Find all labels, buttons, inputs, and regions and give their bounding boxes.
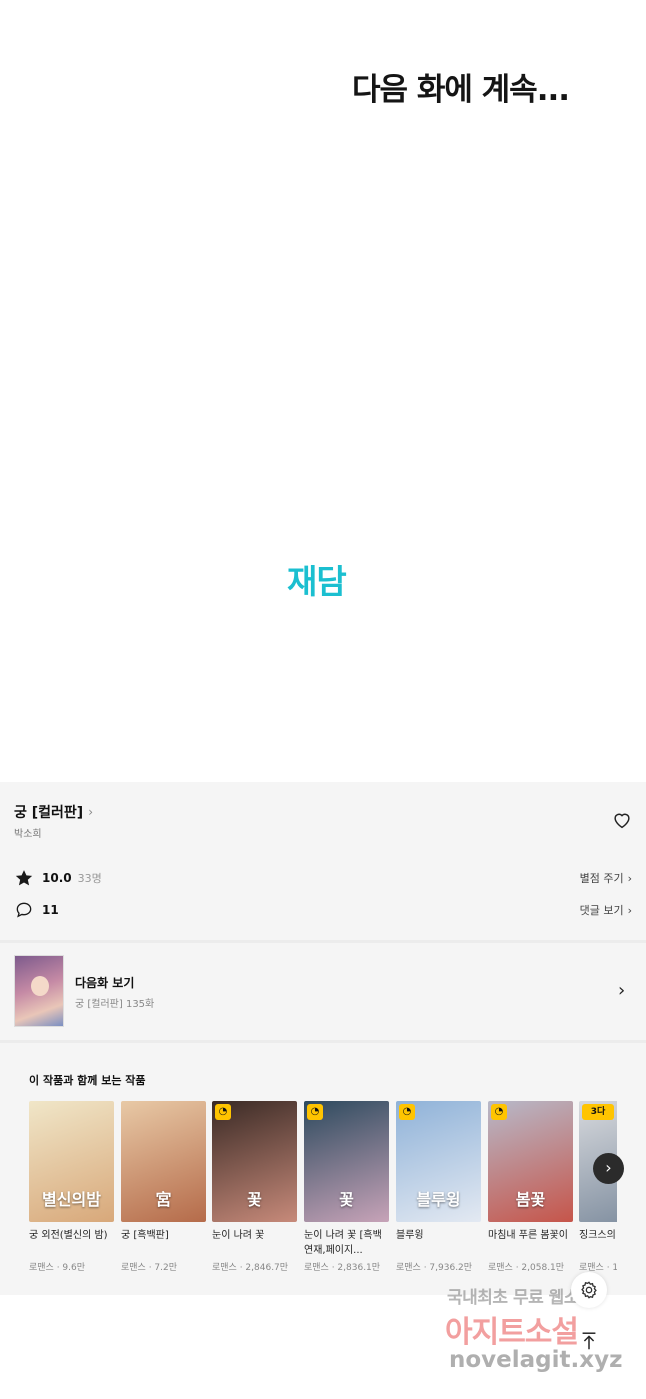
comment-count: 11 — [42, 903, 59, 917]
recommendation-card[interactable]: 별신의밤 궁 외전(별신의 밤) 로맨스 · 9.6만 — [29, 1101, 114, 1273]
view-comments-button[interactable]: 댓글 보기 › — [580, 902, 632, 918]
card-cover: 宮 — [121, 1101, 206, 1222]
next-episode-thumbnail — [14, 955, 64, 1027]
clock-icon: ◔ — [307, 1104, 323, 1120]
next-episode-label: 다음화 보기 — [75, 976, 135, 990]
work-info-panel: 궁 [컬러판] › 박소희 10.0 33명 별점 주기 › 11 댓글 보기 … — [0, 782, 646, 940]
recommendation-card[interactable]: ◔ 꽃 눈이 나려 꽃 [흑백연재,페이지... 로맨스 · 2,836.1만 — [304, 1101, 389, 1273]
card-cover: ◔ 봄꽃 — [488, 1101, 573, 1222]
watermark-logo: 아지트소설 — [445, 1315, 579, 1350]
card-meta: 로맨스 · 1 — [579, 1263, 617, 1273]
rating-count: 33명 — [77, 872, 102, 885]
card-meta: 로맨스 · 2,846.7만 — [212, 1263, 289, 1273]
card-meta: 로맨스 · 7,936.2만 — [396, 1263, 473, 1273]
card-cover: 별신의밤 — [29, 1101, 114, 1222]
chevron-right-icon: › — [627, 871, 632, 885]
card-meta: 로맨스 · 7.2만 — [121, 1263, 178, 1273]
next-episode-subtitle: 궁 [컬러판] 135화 — [75, 999, 155, 1010]
card-title: 마침내 푸른 봄꽃이 — [488, 1230, 568, 1241]
recommendation-carousel: 별신의밤 궁 외전(별신의 밤) 로맨스 · 9.6만 宮 궁 [흑백판] 로맨… — [29, 1101, 617, 1291]
card-meta: 로맨스 · 2,836.1만 — [304, 1263, 381, 1273]
card-title: 궁 [흑백판] — [121, 1230, 169, 1241]
recommendations-heading: 이 작품과 함께 보는 작품 — [29, 1074, 146, 1087]
card-cover: ◔ 꽃 — [304, 1101, 389, 1222]
gear-icon — [581, 1281, 597, 1299]
work-author: 박소희 — [14, 829, 42, 840]
chevron-right-icon: › — [627, 903, 632, 917]
comment-icon — [16, 902, 32, 918]
chevron-right-icon: › — [88, 805, 94, 819]
clock-icon: ◔ — [215, 1104, 231, 1120]
promo-badge: 3다 — [582, 1104, 614, 1120]
card-title: 눈이 나려 꽃 — [212, 1230, 265, 1241]
chevron-right-icon: › — [605, 1158, 612, 1177]
to-be-continued-caption: 다음 화에 계속... — [352, 72, 570, 108]
card-title: 징크스의 — [579, 1230, 616, 1241]
settings-button[interactable] — [571, 1272, 607, 1308]
work-title: 궁 [컬러판] — [14, 805, 84, 821]
comment-row: 11 댓글 보기 › — [14, 900, 632, 920]
star-icon — [15, 870, 33, 886]
comic-panel: 다음 화에 계속... 재담 — [0, 0, 646, 782]
rating-value: 10.0 — [42, 871, 72, 885]
recommendation-card[interactable]: 3다 징크스의 로맨스 · 1 — [579, 1101, 617, 1273]
recommendation-card[interactable]: ◔ 꽃 눈이 나려 꽃 로맨스 · 2,846.7만 — [212, 1101, 297, 1273]
recommendations-section: 이 작품과 함께 보는 작품 별신의밤 궁 외전(별신의 밤) 로맨스 · 9.… — [0, 1043, 646, 1295]
card-cover: ◔ 블루윙 — [396, 1101, 481, 1222]
card-cover: ◔ 꽃 — [212, 1101, 297, 1222]
rate-button[interactable]: 별점 주기 › — [580, 870, 632, 886]
rating-row: 10.0 33명 별점 주기 › — [14, 868, 632, 888]
recommendation-card[interactable]: 宮 궁 [흑백판] 로맨스 · 7.2만 — [121, 1101, 206, 1273]
arrow-up-icon[interactable] — [578, 1330, 600, 1352]
card-title: 궁 외전(별신의 밤) — [29, 1230, 108, 1241]
rate-button-label: 별점 주기 — [579, 872, 624, 885]
work-title-link[interactable]: 궁 [컬러판] › — [14, 802, 93, 822]
chevron-right-icon: › — [618, 980, 626, 1001]
publisher-logo: 재담 — [287, 562, 347, 601]
recommendation-card[interactable]: ◔ 봄꽃 마침내 푸른 봄꽃이 로맨스 · 2,058.1만 — [488, 1101, 573, 1273]
card-meta: 로맨스 · 2,058.1만 — [488, 1263, 565, 1273]
card-title: 눈이 나려 꽃 [흑백연재,페이지... — [304, 1230, 382, 1256]
card-title: 블루윙 — [396, 1230, 424, 1241]
heart-icon[interactable] — [611, 809, 633, 831]
next-episode-item[interactable]: 다음화 보기 궁 [컬러판] 135화 › — [0, 943, 646, 1040]
recommendation-card[interactable]: ◔ 블루윙 블루윙 로맨스 · 7,936.2만 — [396, 1101, 481, 1273]
carousel-next-button[interactable]: › — [593, 1153, 624, 1184]
view-comments-label: 댓글 보기 — [579, 904, 624, 917]
clock-icon: ◔ — [491, 1104, 507, 1120]
card-meta: 로맨스 · 9.6만 — [29, 1263, 86, 1273]
clock-icon: ◔ — [399, 1104, 415, 1120]
